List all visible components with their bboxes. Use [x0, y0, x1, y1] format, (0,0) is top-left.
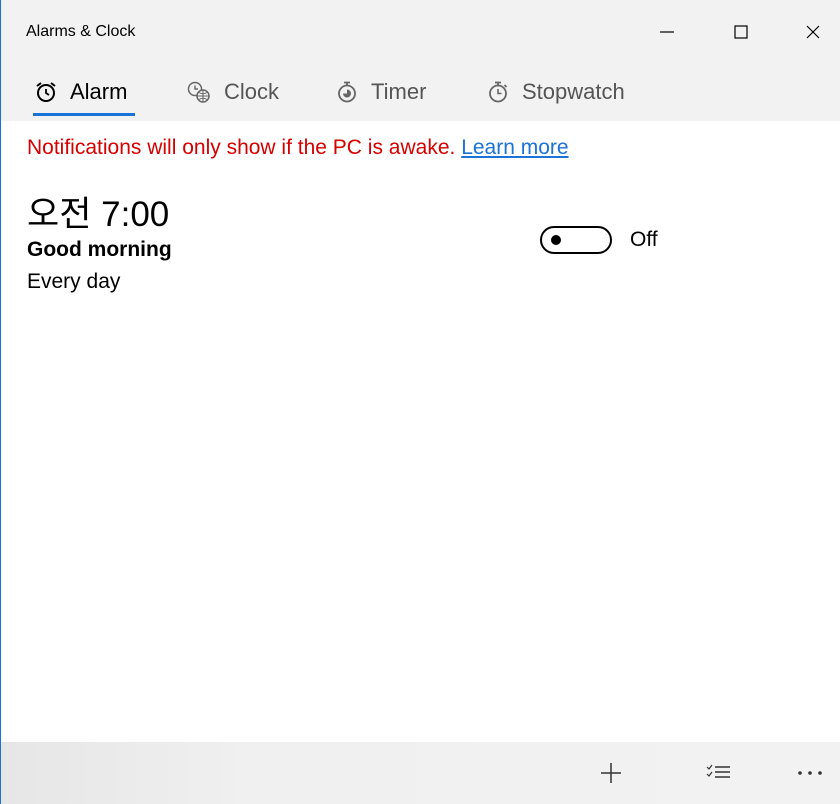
close-icon: [806, 25, 820, 39]
add-icon: [601, 763, 621, 783]
alarm-name: Good morning: [27, 238, 172, 261]
toggle-knob: [551, 235, 561, 245]
add-alarm-button[interactable]: [583, 742, 639, 804]
tab-alarm-label: Alarm: [70, 79, 128, 104]
stopwatch-icon: [486, 80, 510, 104]
active-tab-indicator: [33, 113, 135, 116]
select-icon: [706, 764, 730, 778]
alarm-repeat: Every day: [27, 270, 121, 293]
world-clock-icon: [186, 80, 212, 104]
timer-icon: [335, 80, 359, 104]
tab-clock-label: Clock: [224, 79, 280, 104]
tab-stopwatch[interactable]: Stopwatch: [486, 68, 625, 116]
tab-alarm[interactable]: Alarm: [34, 68, 127, 116]
learn-more-link[interactable]: Learn more: [461, 136, 568, 159]
close-button[interactable]: [790, 12, 836, 52]
maximize-icon: [734, 25, 748, 39]
select-alarms-button[interactable]: [691, 742, 747, 804]
tab-timer[interactable]: Timer: [335, 68, 426, 116]
tab-bar: Alarm Clock Timer Stopwatch: [1, 68, 840, 118]
tab-clock[interactable]: Clock: [186, 68, 279, 116]
alarm-toggle-switch[interactable]: [540, 226, 612, 254]
alarm-toggle-label: Off: [630, 228, 658, 251]
command-bar: [1, 742, 840, 804]
minimize-icon: [660, 31, 674, 33]
window-title: Alarms & Clock: [26, 23, 136, 40]
more-icon: [798, 771, 822, 775]
app-window: Alarms & Clock Alarm Clock Timer Stopwat…: [0, 0, 840, 804]
alarm-list-item[interactable]: 오전 7:00 Good morning Every day Off: [27, 186, 807, 306]
alarm-clock-icon: [34, 80, 58, 104]
alarm-time: 오전 7:00: [27, 195, 170, 234]
title-and-tab-bar: Alarms & Clock Alarm Clock Timer Stopwat…: [1, 0, 840, 121]
maximize-button[interactable]: [718, 12, 764, 52]
tab-timer-label: Timer: [371, 79, 427, 104]
minimize-button[interactable]: [644, 12, 690, 52]
notification-warning-text: Notifications will only show if the PC i…: [27, 136, 456, 159]
more-options-button[interactable]: [782, 742, 838, 804]
tab-stopwatch-label: Stopwatch: [522, 79, 625, 104]
notification-warning: Notifications will only show if the PC i…: [27, 136, 569, 160]
